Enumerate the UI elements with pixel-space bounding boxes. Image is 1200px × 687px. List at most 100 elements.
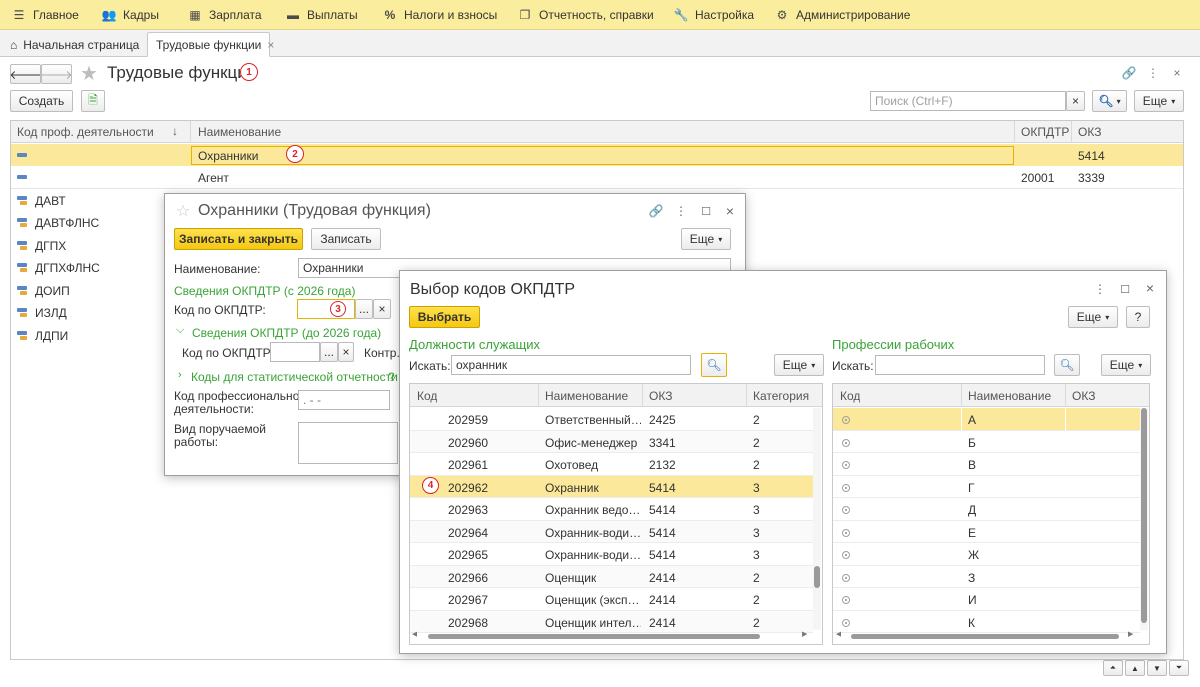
column-header-okpdtr[interactable]: ОКПДТР xyxy=(1021,125,1069,139)
column-header-name[interactable]: Наименование xyxy=(968,389,1051,403)
list-group[interactable]: ЛДПИ xyxy=(35,329,68,343)
close-icon[interactable]: × xyxy=(1142,280,1158,296)
column-header-name[interactable]: Наименование xyxy=(198,125,281,139)
selected-cell[interactable] xyxy=(191,146,1014,165)
prof-code-field[interactable]: . - - xyxy=(298,390,390,410)
sort-down-icon[interactable]: ↓ xyxy=(172,124,178,138)
list-group[interactable]: ДОИП xyxy=(35,284,70,298)
close-icon[interactable]: × xyxy=(722,203,738,219)
list-group[interactable]: ДАВТ xyxy=(35,194,66,208)
table-row[interactable] xyxy=(833,566,1140,588)
table-row[interactable] xyxy=(833,611,1140,633)
table-row[interactable] xyxy=(833,431,1140,453)
search-input[interactable]: Поиск (Ctrl+F) xyxy=(870,91,1066,111)
chevron-down-icon[interactable]: ⌵ xyxy=(176,324,184,337)
menu-item-hr[interactable]: 👥 Кадры xyxy=(102,0,159,30)
list-group[interactable]: ДГПХФЛНС xyxy=(35,261,100,275)
scroll-down-button[interactable]: ▼ xyxy=(1147,660,1167,676)
picker-more-button[interactable]: Еще ▾ xyxy=(1068,306,1118,328)
column-header-code[interactable]: Код xyxy=(417,389,437,403)
column-header-code[interactable]: Код xyxy=(840,389,860,403)
maximize-icon[interactable]: ☐ xyxy=(1118,281,1132,297)
column-header-name[interactable]: Наименование xyxy=(545,389,628,403)
link-icon[interactable]: 🔗 xyxy=(648,203,664,219)
search-button[interactable]: 🔍︎ ▾ xyxy=(1092,90,1127,112)
column-header-category[interactable]: Категория xyxy=(753,389,809,403)
scroll-left-icon[interactable]: ◀ xyxy=(836,630,841,638)
column-header-okz[interactable]: ОКЗ xyxy=(649,389,672,403)
scroll-bottom-button[interactable]: ⏷ xyxy=(1169,660,1189,676)
menu-item-settings[interactable]: 🔧 Настройка xyxy=(674,0,755,30)
column-header-code[interactable]: Код проф. деятельности xyxy=(17,125,154,139)
forward-button[interactable]: 🡒 xyxy=(40,64,73,84)
table-row[interactable] xyxy=(833,498,1140,521)
save-close-button[interactable]: Записать и закрыть xyxy=(174,228,303,250)
select-button[interactable]: ... xyxy=(320,342,338,362)
clear-search-button[interactable]: × xyxy=(1066,91,1085,111)
clear-button[interactable]: × xyxy=(373,299,391,319)
help-link[interactable]: ? xyxy=(388,370,395,384)
table-row[interactable] xyxy=(833,521,1140,543)
table-row[interactable] xyxy=(833,543,1140,566)
right-search-button[interactable]: 🔍︎ xyxy=(1054,354,1080,376)
clear-button[interactable]: × xyxy=(338,342,354,362)
section-before-heading[interactable]: Сведения ОКПДТР (до 2026 года) xyxy=(192,326,381,340)
create-group-button[interactable]: 🗎 xyxy=(81,90,105,112)
work-type-field[interactable] xyxy=(298,422,398,464)
help-button[interactable]: ? xyxy=(1126,306,1150,328)
left-vertical-scrollbar[interactable] xyxy=(813,408,821,630)
more-vert-icon[interactable]: ⋮ xyxy=(1094,281,1106,297)
select-button[interactable]: ... xyxy=(355,299,373,319)
chevron-right-icon[interactable]: › xyxy=(178,369,182,381)
list-group[interactable]: ДГПХ xyxy=(35,239,66,253)
more-vert-icon[interactable]: ⋮ xyxy=(675,203,687,219)
table-row[interactable] xyxy=(833,453,1140,476)
column-header-okz[interactable]: ОКЗ xyxy=(1078,125,1101,139)
menu-item-admin[interactable]: ⚙ Администрирование xyxy=(775,0,911,30)
list-group[interactable]: ДАВТФЛНС xyxy=(35,216,99,230)
left-more-button[interactable]: Еще ▾ xyxy=(774,354,824,376)
form-more-button[interactable]: Еще ▾ xyxy=(681,228,731,250)
left-scroll-thumb[interactable] xyxy=(814,566,820,588)
table-row[interactable] xyxy=(833,588,1140,611)
table-row[interactable] xyxy=(833,408,1140,431)
scroll-right-icon[interactable]: ▶ xyxy=(802,630,807,638)
stats-section-heading[interactable]: Коды для статистической отчетности xyxy=(191,370,398,384)
maximize-icon[interactable]: ☐ xyxy=(699,203,713,219)
table-row[interactable] xyxy=(833,476,1140,498)
menu-item-payments[interactable]: ▬ Выплаты xyxy=(286,0,358,30)
close-icon[interactable]: × xyxy=(267,38,274,52)
menu-item-salary[interactable]: ▦ Зарплата xyxy=(188,0,261,30)
tab-labor-functions[interactable]: Трудовые функции × xyxy=(147,32,274,57)
list-group[interactable]: ИЗЛД xyxy=(35,306,67,320)
left-horizontal-scrollbar[interactable] xyxy=(428,634,760,639)
close-icon[interactable]: × xyxy=(1168,64,1186,82)
left-search-input[interactable]: охранник xyxy=(451,355,691,375)
select-button[interactable]: Выбрать xyxy=(409,306,480,328)
star-icon[interactable]: ☆ xyxy=(174,202,192,220)
scroll-top-button[interactable]: ⏶ xyxy=(1103,660,1123,676)
table-row[interactable] xyxy=(11,166,1183,188)
scroll-up-button[interactable]: ▲ xyxy=(1125,660,1145,676)
left-search-button[interactable]: 🔍︎ xyxy=(701,353,727,377)
create-button[interactable]: Создать xyxy=(10,90,73,112)
okpdtr-code-field[interactable] xyxy=(297,299,355,319)
more-button[interactable]: Еще ▾ xyxy=(1134,90,1184,112)
column-header-okz[interactable]: ОКЗ xyxy=(1072,389,1095,403)
right-scroll-thumb[interactable] xyxy=(1141,408,1147,623)
star-icon[interactable]: ★ xyxy=(78,62,100,85)
menu-item-reports[interactable]: ❐ Отчетность, справки xyxy=(518,0,654,30)
menu-item-main[interactable]: ☰ Главное xyxy=(12,0,79,30)
right-more-button[interactable]: Еще ▾ xyxy=(1101,354,1151,376)
link-icon[interactable]: 🔗 xyxy=(1120,64,1138,82)
right-horizontal-scrollbar[interactable] xyxy=(851,634,1119,639)
right-search-input[interactable] xyxy=(875,355,1045,375)
menu-item-taxes[interactable]: % Налоги и взносы xyxy=(383,0,498,30)
more-vert-icon[interactable]: ⋮ xyxy=(1146,64,1160,82)
tab-home[interactable]: ⌂ Начальная страница xyxy=(2,32,147,57)
back-button[interactable]: 🡐 xyxy=(9,64,42,84)
scroll-left-icon[interactable]: ◀ xyxy=(412,630,417,638)
scroll-right-icon[interactable]: ▶ xyxy=(1128,630,1133,638)
okpdtr-old-field[interactable] xyxy=(270,342,320,362)
save-button[interactable]: Записать xyxy=(311,228,381,250)
